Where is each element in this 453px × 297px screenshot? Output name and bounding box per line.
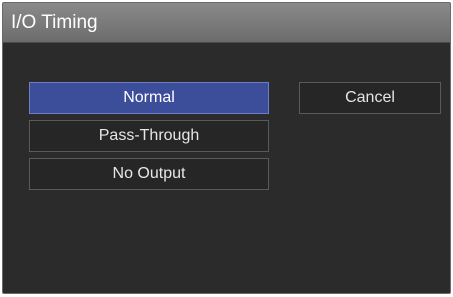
pass-through-option-button[interactable]: Pass-Through — [29, 120, 269, 152]
normal-option-button[interactable]: Normal — [29, 82, 269, 114]
cancel-button[interactable]: Cancel — [299, 82, 441, 114]
title-bar: I/O Timing — [3, 3, 450, 43]
io-timing-dialog: I/O Timing Normal Pass-Through No Output… — [2, 2, 451, 294]
no-output-option-button[interactable]: No Output — [29, 158, 269, 190]
dialog-title: I/O Timing — [11, 12, 98, 33]
